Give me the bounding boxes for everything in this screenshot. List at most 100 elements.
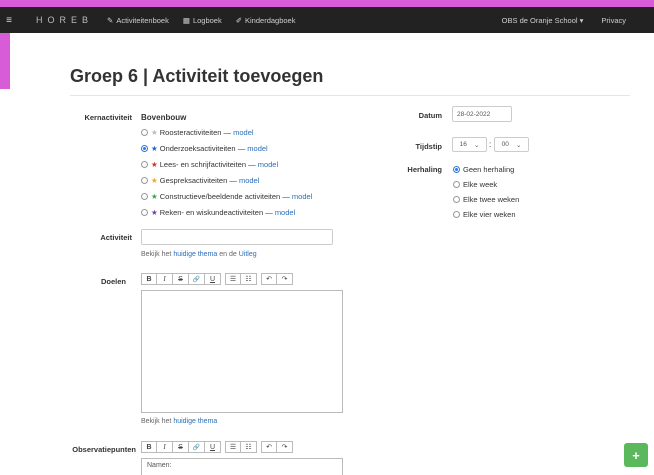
italic-button[interactable]: I <box>157 273 173 285</box>
radio-button[interactable] <box>453 166 460 173</box>
model-link[interactable]: model <box>247 144 267 153</box>
nav-item-kinderdagboek[interactable]: ✐ Kinderdagboek <box>236 16 296 25</box>
time-separator: : <box>489 140 492 149</box>
title-divider <box>70 95 630 96</box>
link-button[interactable]: 🔗 <box>189 441 205 453</box>
hint-text: en de <box>219 251 237 258</box>
strikethrough-button[interactable]: S <box>173 441 189 453</box>
option-label: Constructieve/beeldende activiteiten <box>159 192 281 201</box>
add-button[interactable]: + <box>624 443 648 467</box>
hour-value: 16 <box>459 141 467 148</box>
star-icon: ★ <box>151 208 158 217</box>
numbered-list-button[interactable]: ☷ <box>241 441 257 453</box>
strikethrough-button[interactable]: S <box>173 273 189 285</box>
herhaling-option[interactable]: Elke twee weken <box>453 195 519 204</box>
observatie-toolbar: B I S 🔗 U ☰ ☷ ↶ ↷ <box>141 441 293 453</box>
radio-button[interactable] <box>141 129 148 136</box>
huidige-thema-link[interactable]: huidige thema <box>173 418 217 425</box>
separator: — <box>237 144 246 153</box>
nav-item-logboek[interactable]: ▦ Logboek <box>183 16 222 25</box>
window-frame-top <box>0 0 654 7</box>
datum-input[interactable]: 28-02-2022 <box>452 106 512 122</box>
tijdstip-label: Tijdstip <box>415 142 442 151</box>
numbered-list-button[interactable]: ☷ <box>241 273 257 285</box>
option-label: Elke vier weken <box>463 210 516 219</box>
bold-button[interactable]: B <box>141 273 157 285</box>
radio-button[interactable] <box>453 196 460 203</box>
doelen-label: Doelen <box>100 277 126 286</box>
model-link[interactable]: model <box>239 176 259 185</box>
kernactiviteit-option[interactable]: ★ Reken- en wiskundeactiviteiten — model <box>141 208 295 217</box>
nav-item-label: Logboek <box>192 15 222 25</box>
minute-value: 00 <box>501 141 509 148</box>
activiteit-input[interactable] <box>141 229 333 245</box>
hour-select[interactable]: 16 ⌄ <box>452 137 487 152</box>
model-link[interactable]: model <box>292 192 312 201</box>
radio-button[interactable] <box>141 145 148 152</box>
kernactiviteit-option[interactable]: ★ Roosteractiviteiten — model <box>141 128 254 137</box>
radio-button[interactable] <box>141 193 148 200</box>
kernactiviteit-option[interactable]: ★ Constructieve/beeldende activiteiten — … <box>141 192 312 201</box>
option-label: Roosteractiviteiten <box>159 128 222 137</box>
herhaling-label: Herhaling <box>407 165 442 174</box>
radio-button[interactable] <box>141 161 148 168</box>
italic-button[interactable]: I <box>157 441 173 453</box>
nav-item-label: Activiteitenboek <box>116 15 169 25</box>
menu-icon[interactable]: ≡ <box>0 15 18 26</box>
link-button[interactable]: 🔗 <box>189 273 205 285</box>
pencil-icon: ✐ <box>235 15 243 25</box>
minute-select[interactable]: 00 ⌄ <box>494 137 529 152</box>
herhaling-option[interactable]: Elke week <box>453 180 497 189</box>
uitleg-link[interactable]: Uitleg <box>239 251 257 258</box>
bold-button[interactable]: B <box>141 441 157 453</box>
option-label: Gespreksactiviteiten <box>159 176 228 185</box>
undo-button[interactable]: ↶ <box>261 273 277 285</box>
radio-button[interactable] <box>453 211 460 218</box>
separator: — <box>229 176 237 185</box>
radio-button[interactable] <box>453 181 460 188</box>
undo-button[interactable]: ↶ <box>261 441 277 453</box>
doelen-toolbar: B I S 🔗 U ☰ ☷ ↶ ↷ <box>141 273 293 285</box>
star-icon: ★ <box>151 160 158 169</box>
model-link[interactable]: model <box>275 208 295 217</box>
herhaling-option[interactable]: Elke vier weken <box>453 210 516 219</box>
hint-text: Bekijk het <box>141 251 172 258</box>
observatiepunten-label: Observatiepunten <box>72 445 136 454</box>
kernactiviteit-option[interactable]: ★ Onderzoeksactiviteiten — model <box>141 144 268 153</box>
doelen-hint: Bekijk het huidige thema <box>141 418 217 425</box>
option-label: Lees- en schrijfactiviteiten <box>159 160 247 169</box>
nav-item-privacy[interactable]: Privacy <box>601 16 626 25</box>
star-icon: ★ <box>151 192 158 201</box>
option-label: Geen herhaling <box>463 165 515 174</box>
activiteit-label: Activiteit <box>100 233 132 242</box>
calendar-icon: ▦ <box>182 15 190 25</box>
bullet-list-button[interactable]: ☰ <box>225 273 241 285</box>
observatie-editor[interactable]: Namen: <box>141 458 343 475</box>
book-icon: ✎ <box>107 15 114 25</box>
redo-button[interactable]: ↷ <box>277 273 293 285</box>
nav-item-label: Kinderdagboek <box>245 15 296 25</box>
model-link[interactable]: model <box>233 128 253 137</box>
herhaling-option[interactable]: Geen herhaling <box>453 165 514 174</box>
school-dropdown[interactable]: OBS de Oranje School ▾ <box>502 16 584 25</box>
option-label: Reken- en wiskundeactiviteiten <box>159 208 264 217</box>
radio-button[interactable] <box>141 177 148 184</box>
option-label: Elke twee weken <box>463 195 520 204</box>
bullet-list-button[interactable]: ☰ <box>225 441 241 453</box>
doelen-editor[interactable] <box>141 290 343 413</box>
radio-button[interactable] <box>141 209 148 216</box>
top-navbar: ≡ HOREB ✎ Activiteitenboek ▦ Logboek ✐ K… <box>0 7 654 33</box>
chevron-down-icon: ⌄ <box>515 141 522 149</box>
redo-button[interactable]: ↷ <box>277 441 293 453</box>
underline-button[interactable]: U <box>205 273 221 285</box>
brand-logo[interactable]: HOREB <box>36 15 93 25</box>
underline-button[interactable]: U <box>205 441 221 453</box>
model-link[interactable]: model <box>258 160 278 169</box>
chevron-down-icon: ▾ <box>579 15 584 25</box>
nav-item-activiteitenboek[interactable]: ✎ Activiteitenboek <box>107 16 169 25</box>
huidige-thema-link[interactable]: huidige thema <box>173 251 217 258</box>
option-label: Elke week <box>463 180 498 189</box>
kernactiviteit-option[interactable]: ★ Lees- en schrijfactiviteiten — model <box>141 160 278 169</box>
kernactiviteit-option[interactable]: ★ Gespreksactiviteiten — model <box>141 176 259 185</box>
separator: — <box>248 160 256 169</box>
